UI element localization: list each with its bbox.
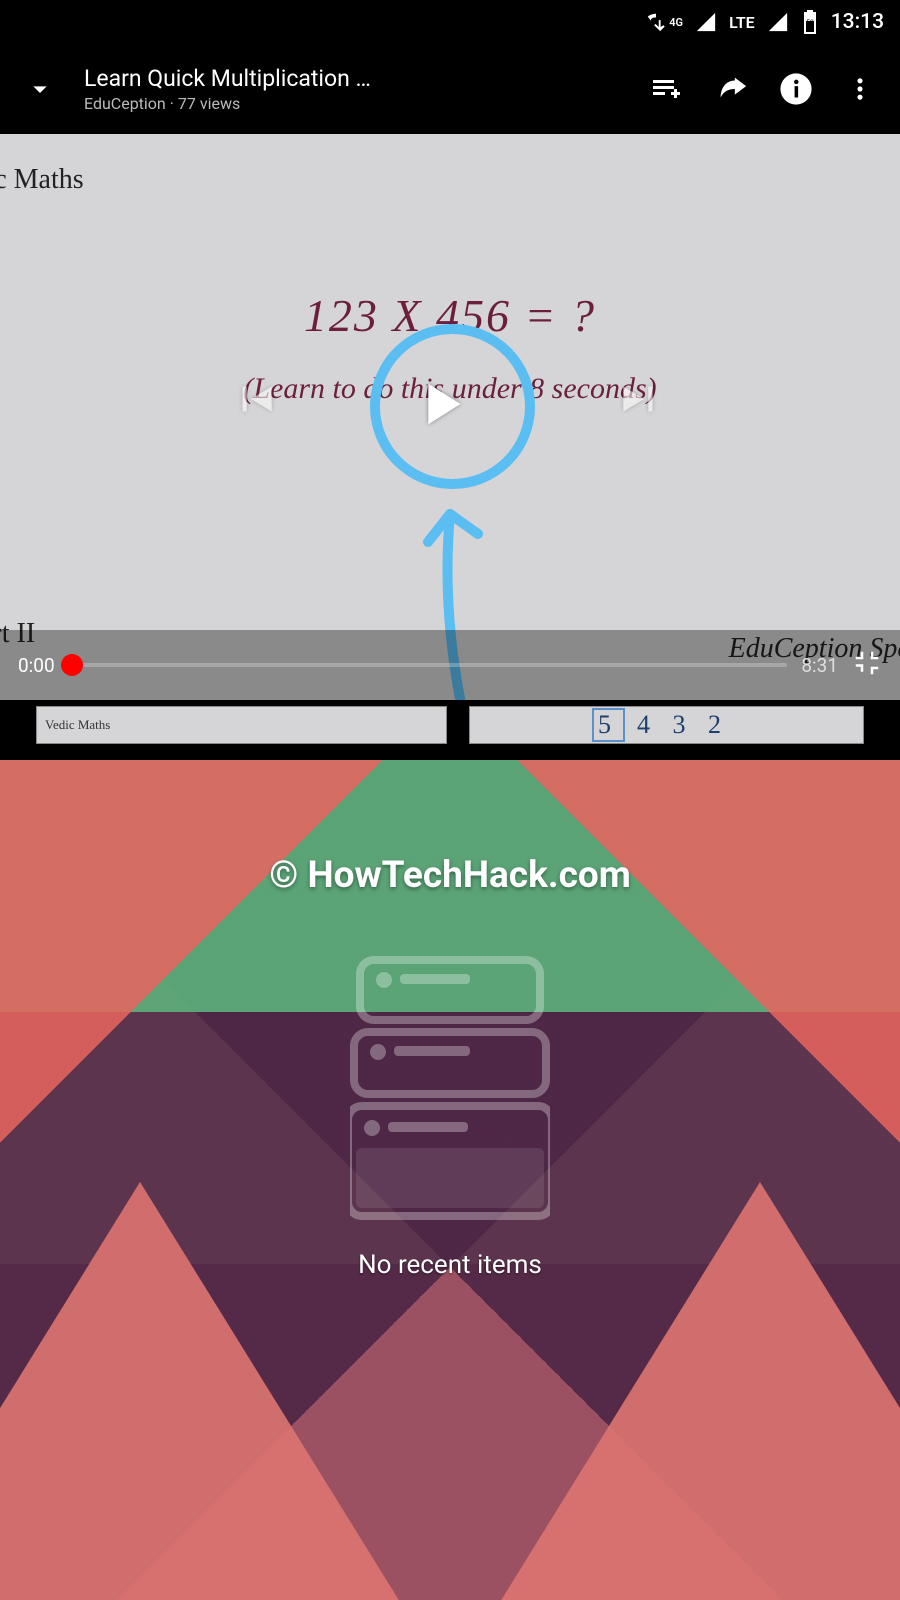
battery-icon: 59 bbox=[801, 10, 819, 34]
progress-track[interactable] bbox=[65, 663, 788, 667]
seek-bar: 0:00 8:31 bbox=[0, 630, 900, 700]
svg-text:59: 59 bbox=[806, 19, 814, 27]
thumbnail-number-boxed: 5 bbox=[592, 708, 625, 742]
total-time: 8:31 bbox=[801, 654, 838, 677]
status-bar: 4G LTE 59 13:13 bbox=[0, 0, 900, 44]
signal-icon-2 bbox=[767, 11, 789, 33]
share-button[interactable] bbox=[704, 61, 760, 117]
phone-4g-icon: 4G bbox=[645, 11, 683, 33]
watermark-text: © HowTechHack.com bbox=[0, 854, 900, 897]
thumbnail-item[interactable]: Vedic Maths bbox=[36, 706, 447, 744]
play-button[interactable] bbox=[405, 369, 475, 443]
lte-label: LTE bbox=[729, 13, 755, 32]
collapse-button[interactable] bbox=[12, 61, 68, 117]
signal-icon-1 bbox=[695, 11, 717, 33]
thumbnail-numbers-rest: 4 3 2 bbox=[633, 710, 733, 740]
add-to-playlist-button[interactable] bbox=[640, 61, 696, 117]
recents-empty-icon bbox=[350, 950, 550, 1224]
recents-empty-text: No recent items bbox=[0, 1250, 900, 1280]
thumbnail-label: Vedic Maths bbox=[45, 717, 110, 732]
thumbnail-strip[interactable]: Vedic Maths 5 4 3 2 bbox=[0, 700, 900, 760]
player-header: Learn Quick Multiplication … EduCeption … bbox=[0, 44, 900, 134]
thumbnail-item[interactable]: 5 4 3 2 bbox=[469, 706, 864, 744]
recents-panel: © HowTechHack.com No recent items bbox=[0, 760, 900, 1600]
exit-fullscreen-button[interactable] bbox=[852, 648, 882, 682]
next-button[interactable] bbox=[615, 374, 665, 428]
info-button[interactable] bbox=[768, 61, 824, 117]
status-time: 13:13 bbox=[831, 10, 884, 34]
video-subtitle: EduCeption · 77 views bbox=[84, 94, 632, 113]
previous-button[interactable] bbox=[230, 374, 280, 428]
video-surface[interactable]: edic Maths 123 X 456 = ? (Learn to do th… bbox=[0, 134, 900, 700]
more-options-button[interactable] bbox=[832, 61, 888, 117]
current-time: 0:00 bbox=[18, 654, 55, 677]
video-title[interactable]: Learn Quick Multiplication … bbox=[84, 65, 632, 92]
progress-thumb[interactable] bbox=[61, 654, 83, 676]
net-4g-label: 4G bbox=[669, 16, 683, 29]
